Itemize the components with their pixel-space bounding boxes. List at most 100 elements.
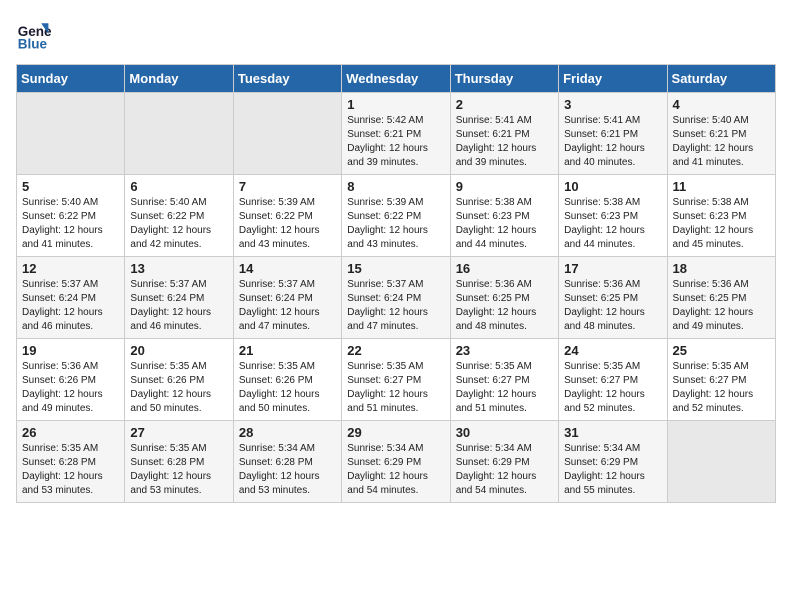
calendar-cell: 15Sunrise: 5:37 AM Sunset: 6:24 PM Dayli… bbox=[342, 257, 450, 339]
day-info: Sunrise: 5:37 AM Sunset: 6:24 PM Dayligh… bbox=[22, 278, 119, 334]
day-info: Sunrise: 5:40 AM Sunset: 6:22 PM Dayligh… bbox=[22, 196, 119, 252]
calendar-cell: 31Sunrise: 5:34 AM Sunset: 6:29 PM Dayli… bbox=[559, 421, 667, 503]
calendar-table: SundayMondayTuesdayWednesdayThursdayFrid… bbox=[16, 64, 776, 503]
day-number: 5 bbox=[22, 179, 119, 194]
weekday-header-tuesday: Tuesday bbox=[233, 65, 341, 93]
day-number: 25 bbox=[673, 343, 770, 358]
day-info: Sunrise: 5:41 AM Sunset: 6:21 PM Dayligh… bbox=[456, 114, 553, 170]
day-number: 31 bbox=[564, 425, 661, 440]
calendar-cell: 30Sunrise: 5:34 AM Sunset: 6:29 PM Dayli… bbox=[450, 421, 558, 503]
calendar-cell: 13 Sunrise: 5:37 AM Sunset: 6:24 PM Dayli… bbox=[125, 257, 233, 339]
day-number: 3 bbox=[564, 97, 661, 112]
day-info: Sunrise: 5:40 AM Sunset: 6:21 PM Dayligh… bbox=[673, 114, 770, 170]
calendar-cell: 10 Sunrise: 5:38 AM Sunset: 6:23 PM Dayli… bbox=[559, 175, 667, 257]
calendar-cell: 16 Sunrise: 5:36 AM Sunset: 6:25 PM Dayli… bbox=[450, 257, 558, 339]
logo-icon: General Blue bbox=[16, 16, 52, 52]
day-info: Sunrise: 5:41 AM Sunset: 6:21 PM Dayligh… bbox=[564, 114, 661, 170]
day-info: Sunrise: 5:35 AM Sunset: 6:27 PM Dayligh… bbox=[456, 360, 553, 416]
day-info: Sunrise: 5:34 AM Sunset: 6:29 PM Dayligh… bbox=[347, 442, 444, 498]
calendar-cell: 6 Sunrise: 5:40 AM Sunset: 6:22 PM Daylig… bbox=[125, 175, 233, 257]
day-info: Sunrise: 5:39 AM Sunset: 6:22 PM Dayligh… bbox=[347, 196, 444, 252]
weekday-header-monday: Monday bbox=[125, 65, 233, 93]
day-info: Sunrise: 5:36 AM Sunset: 6:25 PM Dayligh… bbox=[456, 278, 553, 334]
calendar-cell: 24Sunrise: 5:35 AM Sunset: 6:27 PM Dayli… bbox=[559, 339, 667, 421]
day-number: 18 bbox=[673, 261, 770, 276]
weekday-header-sunday: Sunday bbox=[17, 65, 125, 93]
weekday-header-wednesday: Wednesday bbox=[342, 65, 450, 93]
day-info: Sunrise: 5:35 AM Sunset: 6:27 PM Dayligh… bbox=[564, 360, 661, 416]
calendar-cell: 8 Sunrise: 5:39 AM Sunset: 6:22 PM Daylig… bbox=[342, 175, 450, 257]
week-row-3: 12 Sunrise: 5:37 AM Sunset: 6:24 PM Dayli… bbox=[17, 257, 776, 339]
day-info: Sunrise: 5:34 AM Sunset: 6:28 PM Dayligh… bbox=[239, 442, 336, 498]
day-number: 14 bbox=[239, 261, 336, 276]
calendar-cell: 5 Sunrise: 5:40 AM Sunset: 6:22 PM Daylig… bbox=[17, 175, 125, 257]
day-info: Sunrise: 5:38 AM Sunset: 6:23 PM Dayligh… bbox=[564, 196, 661, 252]
day-number: 12 bbox=[22, 261, 119, 276]
weekday-header-row: SundayMondayTuesdayWednesdayThursdayFrid… bbox=[17, 65, 776, 93]
day-number: 10 bbox=[564, 179, 661, 194]
week-row-1: 1 Sunrise: 5:42 AM Sunset: 6:21 PM Daylig… bbox=[17, 93, 776, 175]
day-info: Sunrise: 5:35 AM Sunset: 6:27 PM Dayligh… bbox=[673, 360, 770, 416]
calendar-cell: 17Sunrise: 5:36 AM Sunset: 6:25 PM Dayli… bbox=[559, 257, 667, 339]
week-row-5: 26 Sunrise: 5:35 AM Sunset: 6:28 PM Dayli… bbox=[17, 421, 776, 503]
calendar-cell: 7 Sunrise: 5:39 AM Sunset: 6:22 PM Daylig… bbox=[233, 175, 341, 257]
day-number: 4 bbox=[673, 97, 770, 112]
day-info: Sunrise: 5:37 AM Sunset: 6:24 PM Dayligh… bbox=[239, 278, 336, 334]
calendar-cell bbox=[667, 421, 775, 503]
day-number: 28 bbox=[239, 425, 336, 440]
week-row-4: 19Sunrise: 5:36 AM Sunset: 6:26 PM Dayli… bbox=[17, 339, 776, 421]
day-number: 7 bbox=[239, 179, 336, 194]
calendar-cell: 18 Sunrise: 5:36 AM Sunset: 6:25 PM Dayli… bbox=[667, 257, 775, 339]
calendar-cell: 28 Sunrise: 5:34 AM Sunset: 6:28 PM Dayli… bbox=[233, 421, 341, 503]
day-number: 6 bbox=[130, 179, 227, 194]
calendar-cell bbox=[17, 93, 125, 175]
day-info: Sunrise: 5:38 AM Sunset: 6:23 PM Dayligh… bbox=[456, 196, 553, 252]
day-number: 21 bbox=[239, 343, 336, 358]
day-number: 15 bbox=[347, 261, 444, 276]
calendar-cell: 23 Sunrise: 5:35 AM Sunset: 6:27 PM Dayli… bbox=[450, 339, 558, 421]
day-number: 20 bbox=[130, 343, 227, 358]
day-info: Sunrise: 5:35 AM Sunset: 6:28 PM Dayligh… bbox=[130, 442, 227, 498]
calendar-cell: 1 Sunrise: 5:42 AM Sunset: 6:21 PM Daylig… bbox=[342, 93, 450, 175]
calendar-cell: 3 Sunrise: 5:41 AM Sunset: 6:21 PM Daylig… bbox=[559, 93, 667, 175]
calendar-cell: 27 Sunrise: 5:35 AM Sunset: 6:28 PM Dayli… bbox=[125, 421, 233, 503]
day-info: Sunrise: 5:35 AM Sunset: 6:27 PM Dayligh… bbox=[347, 360, 444, 416]
day-number: 23 bbox=[456, 343, 553, 358]
day-info: Sunrise: 5:37 AM Sunset: 6:24 PM Dayligh… bbox=[130, 278, 227, 334]
day-number: 13 bbox=[130, 261, 227, 276]
day-number: 27 bbox=[130, 425, 227, 440]
calendar-cell: 9Sunrise: 5:38 AM Sunset: 6:23 PM Daylig… bbox=[450, 175, 558, 257]
weekday-header-friday: Friday bbox=[559, 65, 667, 93]
calendar-cell: 11 Sunrise: 5:38 AM Sunset: 6:23 PM Dayli… bbox=[667, 175, 775, 257]
weekday-header-thursday: Thursday bbox=[450, 65, 558, 93]
week-row-2: 5 Sunrise: 5:40 AM Sunset: 6:22 PM Daylig… bbox=[17, 175, 776, 257]
calendar-cell: 2 Sunrise: 5:41 AM Sunset: 6:21 PM Daylig… bbox=[450, 93, 558, 175]
day-number: 2 bbox=[456, 97, 553, 112]
day-info: Sunrise: 5:40 AM Sunset: 6:22 PM Dayligh… bbox=[130, 196, 227, 252]
day-number: 16 bbox=[456, 261, 553, 276]
day-info: Sunrise: 5:36 AM Sunset: 6:25 PM Dayligh… bbox=[673, 278, 770, 334]
calendar-cell bbox=[233, 93, 341, 175]
calendar-cell: 29 Sunrise: 5:34 AM Sunset: 6:29 PM Dayli… bbox=[342, 421, 450, 503]
svg-text:Blue: Blue bbox=[18, 36, 48, 51]
day-number: 11 bbox=[673, 179, 770, 194]
day-number: 8 bbox=[347, 179, 444, 194]
day-number: 26 bbox=[22, 425, 119, 440]
day-info: Sunrise: 5:42 AM Sunset: 6:21 PM Dayligh… bbox=[347, 114, 444, 170]
day-number: 19 bbox=[22, 343, 119, 358]
day-info: Sunrise: 5:38 AM Sunset: 6:23 PM Dayligh… bbox=[673, 196, 770, 252]
calendar-cell bbox=[125, 93, 233, 175]
day-info: Sunrise: 5:39 AM Sunset: 6:22 PM Dayligh… bbox=[239, 196, 336, 252]
day-info: Sunrise: 5:36 AM Sunset: 6:25 PM Dayligh… bbox=[564, 278, 661, 334]
day-info: Sunrise: 5:35 AM Sunset: 6:26 PM Dayligh… bbox=[239, 360, 336, 416]
day-number: 29 bbox=[347, 425, 444, 440]
day-info: Sunrise: 5:35 AM Sunset: 6:26 PM Dayligh… bbox=[130, 360, 227, 416]
page-header: General Blue bbox=[16, 16, 776, 52]
calendar-cell: 12 Sunrise: 5:37 AM Sunset: 6:24 PM Dayli… bbox=[17, 257, 125, 339]
calendar-cell: 4 Sunrise: 5:40 AM Sunset: 6:21 PM Daylig… bbox=[667, 93, 775, 175]
day-number: 1 bbox=[347, 97, 444, 112]
calendar-cell: 21 Sunrise: 5:35 AM Sunset: 6:26 PM Dayli… bbox=[233, 339, 341, 421]
day-info: Sunrise: 5:35 AM Sunset: 6:28 PM Dayligh… bbox=[22, 442, 119, 498]
day-info: Sunrise: 5:34 AM Sunset: 6:29 PM Dayligh… bbox=[456, 442, 553, 498]
calendar-cell: 22Sunrise: 5:35 AM Sunset: 6:27 PM Dayli… bbox=[342, 339, 450, 421]
